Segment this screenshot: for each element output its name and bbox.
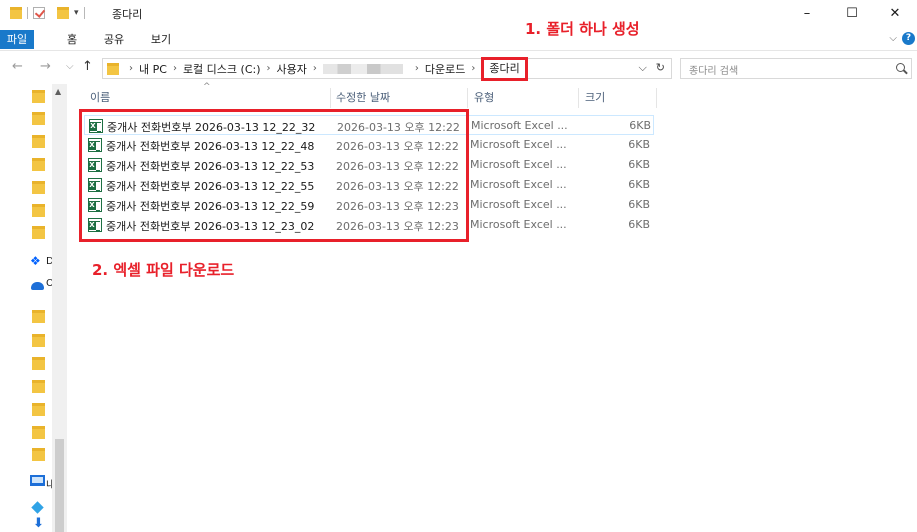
nav-folder-icon[interactable] (32, 448, 45, 461)
breadcrumb-separator: › (266, 63, 271, 74)
quick-access-toolbar: ▾ (10, 6, 90, 20)
file-type: Microsoft Excel ... (470, 198, 567, 211)
close-button[interactable]: ✕ (873, 0, 917, 27)
annotation-step1: 1. 폴더 하나 생성 (525, 20, 640, 38)
nav-folder-icon[interactable] (32, 181, 45, 194)
tab-file[interactable]: 파일 (0, 30, 34, 49)
file-size: 6KB (628, 158, 650, 171)
breadcrumb-this-pc[interactable]: 내 PC (139, 61, 167, 77)
refresh-icon[interactable]: ↻ (656, 61, 665, 75)
back-button[interactable]: ← (12, 59, 23, 74)
column-divider[interactable] (578, 88, 579, 108)
nav-scrollbar[interactable]: ▲ (52, 84, 67, 532)
breadcrumb-local-disk[interactable]: 로컬 디스크 (C:) (183, 61, 261, 77)
address-row: ← → ⌵ ↑ › 내 PC › 로컬 디스크 (C:) › 사용자 › › 다… (0, 52, 917, 84)
nav-folder-icon[interactable] (32, 357, 45, 370)
file-size: 6KB (628, 178, 650, 191)
file-type: Microsoft Excel ... (471, 119, 568, 132)
title-bar: ▾ 종다리 – ☐ ✕ (0, 0, 917, 27)
nav-folder-icon[interactable] (32, 226, 45, 239)
column-header-type[interactable]: 유형 (474, 87, 494, 109)
nav-folder-icon[interactable] (32, 403, 45, 416)
minimize-button[interactable]: – (785, 0, 829, 27)
sort-indicator-icon: ^ (203, 82, 211, 92)
file-size: 6KB (628, 218, 650, 231)
help-icon[interactable]: ? (902, 31, 915, 45)
ribbon-controls: ⌵ ? (887, 27, 917, 49)
this-pc-icon[interactable] (30, 475, 45, 486)
file-type: Microsoft Excel ... (470, 138, 567, 151)
nav-folder-icon[interactable] (32, 334, 45, 347)
file-type: Microsoft Excel ... (470, 218, 567, 231)
annotation-highlight-box (79, 109, 469, 242)
3d-objects-icon[interactable] (31, 501, 44, 514)
navigation-pane: ❖ D O 내 ⬇ ▲ (0, 84, 68, 532)
file-size: 6KB (628, 138, 650, 151)
nav-folder-icon[interactable] (32, 112, 45, 125)
nav-folder-icon[interactable] (32, 310, 45, 323)
search-icon[interactable] (896, 63, 905, 72)
toolbar-divider (50, 7, 52, 19)
breadcrumb-separator: › (129, 63, 133, 74)
annotation-step2: 2. 엑셀 파일 다운로드 (92, 261, 235, 279)
expand-ribbon-icon[interactable]: ⌵ (889, 33, 897, 44)
column-divider[interactable] (467, 88, 468, 108)
up-button[interactable]: ↑ (82, 59, 93, 74)
maximize-button[interactable]: ☐ (830, 0, 874, 27)
toolbar-divider (83, 7, 85, 19)
breadcrumb-current-folder[interactable]: 종다리 (481, 56, 528, 81)
redacted-username[interactable] (322, 63, 403, 74)
scrollbar-thumb[interactable] (55, 439, 64, 532)
breadcrumb-users[interactable]: 사용자 (277, 61, 307, 77)
recent-locations-button[interactable]: ⌵ (66, 61, 74, 72)
breadcrumb-separator: › (312, 63, 317, 74)
breadcrumb-separator: › (172, 63, 177, 74)
breadcrumb: › 내 PC › 로컬 디스크 (C:) › 사용자 › › 다운로드 › 종다… (107, 56, 528, 81)
onedrive-icon[interactable] (31, 282, 44, 290)
file-type: Microsoft Excel ... (470, 178, 567, 191)
nav-folder-icon[interactable] (32, 380, 45, 393)
tab-view[interactable]: 보기 (146, 30, 176, 49)
window-title: 종다리 (112, 8, 143, 21)
column-divider[interactable] (330, 88, 331, 108)
nav-folder-icon[interactable] (32, 90, 45, 103)
downloads-icon[interactable]: ⬇ (33, 516, 44, 531)
breadcrumb-separator: › (414, 63, 419, 74)
folder-icon[interactable] (10, 7, 22, 19)
file-type: Microsoft Excel ... (470, 158, 567, 171)
tab-home[interactable]: 홈 (60, 30, 84, 49)
scroll-up-icon[interactable]: ▲ (55, 87, 61, 96)
nav-folder-icon[interactable] (32, 426, 45, 439)
address-dropdown-icon[interactable]: ⌵ (638, 61, 646, 75)
nav-folder-icon[interactable] (32, 135, 45, 148)
search-placeholder: 종다리 검색 (689, 66, 739, 77)
new-folder-icon[interactable] (57, 7, 69, 19)
address-controls: ⌵ ↻ (638, 61, 665, 75)
search-input[interactable]: 종다리 검색 (680, 58, 912, 79)
properties-icon[interactable] (33, 7, 45, 19)
toolbar-divider (27, 7, 28, 19)
tab-share[interactable]: 공유 (99, 30, 129, 49)
file-size: 6KB (629, 119, 651, 132)
ribbon-tabs: 파일 홈 공유 보기 (0, 27, 917, 51)
file-size: 6KB (628, 198, 650, 211)
breadcrumb-separator: › (471, 63, 476, 74)
nav-folder-icon[interactable] (32, 158, 45, 171)
forward-button[interactable]: → (40, 59, 51, 74)
column-divider[interactable] (656, 88, 657, 108)
column-header-modified[interactable]: 수정한 날짜 (336, 87, 390, 109)
column-header-size[interactable]: 크기 (585, 87, 605, 109)
folder-icon (107, 62, 119, 75)
address-bar[interactable]: › 내 PC › 로컬 디스크 (C:) › 사용자 › › 다운로드 › 종다… (102, 56, 672, 81)
nav-folder-icon[interactable] (32, 204, 45, 217)
dropbox-icon[interactable]: ❖ (30, 254, 41, 268)
column-header-name[interactable]: 이름 (90, 87, 110, 109)
breadcrumb-downloads[interactable]: 다운로드 (425, 61, 465, 77)
customize-toolbar-icon[interactable]: ▾ (74, 8, 79, 18)
